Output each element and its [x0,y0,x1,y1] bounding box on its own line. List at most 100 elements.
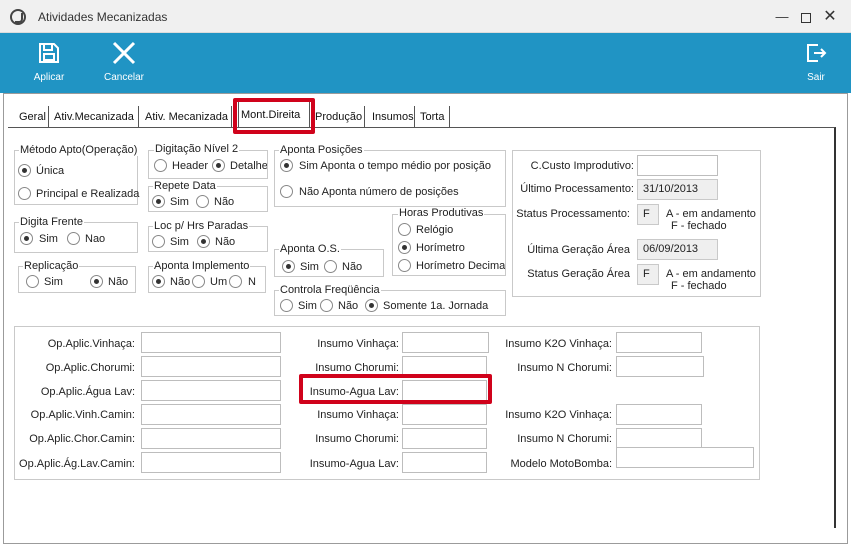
loc-hrs-paradas-title: Loc p/ Hrs Paradas [153,220,250,232]
loc-hrs-sim-radio[interactable] [152,235,165,248]
apply-label: Aplicar [33,72,65,83]
loc-hrs-nao-label: Não [215,236,236,248]
exit-label: Sair [807,72,825,83]
tab-ativ-mecanizada-1[interactable]: Ativ.Mecanizada [52,106,139,128]
insumo-k2o-vinhaca-input[interactable] [616,332,702,353]
maximize-icon[interactable] [795,6,817,28]
insumo-k2o-vinhaca-2-input[interactable] [616,404,702,425]
tab-insumos[interactable]: Insumos [370,106,415,128]
aponta-implemento-title: Aponta Implemento [153,260,251,272]
apply-button[interactable]: Aplicar [26,33,72,93]
status-panel: C.Custo Improdutivo: Último Processament… [512,150,761,297]
insumo-agua-lav-2-input[interactable] [402,452,487,473]
modelo-motobomba-label: Modelo MotoBomba: [510,458,613,470]
horas-relogio-radio[interactable] [398,223,411,236]
insumo-n-chorumi-label: Insumo N Chorumi: [517,362,612,374]
title-bar: Atividades Mecanizadas — ✕ [0,0,851,33]
app-logo-icon [10,9,26,25]
ult-processamento-label: Último Processamento: [520,183,634,195]
replicacao-nao-radio[interactable] [90,275,103,288]
minimize-icon[interactable]: — [771,6,793,28]
op-aplic-agua-lav-input[interactable] [141,380,281,401]
op-aplic-vinh-camin-label: Op.Aplic.Vinh.Camin: [30,409,135,421]
aponta-posicoes-group: Aponta Posições Sim Aponta o tempo médio… [274,144,506,207]
op-aplic-ag-lav-camin-input[interactable] [141,452,281,473]
aponta-pos-nao-label: Não Aponta número de posições [299,186,459,198]
aponta-os-nao-label: Não [342,261,363,273]
insumo-chorumi-2-input[interactable] [402,428,487,449]
aponta-impl-n-radio[interactable] [229,275,242,288]
horas-horimetro-decimal-label: Horímetro Decimal [416,260,506,272]
aponta-os-sim-label: Sim [300,261,319,273]
replicacao-sim-radio[interactable] [26,275,39,288]
status-geracao-area-label: Status Geração Área [527,268,630,280]
tab-producao[interactable]: Produção [313,106,365,128]
tab-torta[interactable]: Torta [418,106,450,128]
ccusto-input[interactable] [637,155,718,176]
loc-hrs-nao-radio[interactable] [197,235,210,248]
insumo-vinhaca-2-input[interactable] [402,404,487,425]
metodo-unica-radio[interactable] [18,164,31,177]
op-aplic-vinh-camin-input[interactable] [141,404,281,425]
insumo-agua-lav-2-label: Insumo-Agua Lav: [309,458,399,470]
aponta-os-nao-radio[interactable] [324,260,337,273]
window-title: Atividades Mecanizadas [38,10,168,24]
save-icon [39,43,59,63]
horas-horimetro-radio[interactable] [398,241,411,254]
aponta-impl-nao-radio[interactable] [152,275,165,288]
digita-frente-group: Digita Frente Sim Nao [14,216,138,253]
ccusto-label: C.Custo Improdutivo: [530,160,634,172]
aponta-pos-sim-radio[interactable] [280,159,293,172]
highlight-insumo-agua-lav [299,374,492,404]
digitacao-detalhe-radio[interactable] [212,159,225,172]
status-proc-legend-f: F - fechado [671,220,727,232]
digita-frente-sim-radio[interactable] [20,232,33,245]
repete-sim-radio[interactable] [152,195,165,208]
status-processamento-label: Status Processamento: [516,208,630,220]
digitacao-header-radio[interactable] [154,159,167,172]
insumo-n-chorumi-2-input[interactable] [616,428,702,449]
replicacao-title: Replicação [23,260,80,272]
insumo-vinhaca-2-label: Insumo Vinhaça: [317,409,399,421]
aponta-posicoes-title: Aponta Posições [279,144,364,156]
modelo-motobomba-input[interactable] [616,447,754,468]
controla-freq-nao-label: Não [338,300,359,312]
repete-sim-label: Sim [170,196,189,208]
controla-freq-sim-radio[interactable] [280,299,293,312]
op-aplic-chor-camin-input[interactable] [141,428,281,449]
insumo-n-chorumi-input[interactable] [616,356,704,377]
digitacao-header-label: Header [172,160,209,172]
digita-frente-nao-radio[interactable] [67,232,80,245]
insumo-vinhaca-input[interactable] [402,332,489,353]
exit-button[interactable]: Sair [801,33,831,93]
controla-freq-nao-radio[interactable] [320,299,333,312]
aponta-impl-um-radio[interactable] [192,275,205,288]
digitacao-detalhe-label: Detalhe [230,160,268,172]
aponta-pos-sim-label: Sim Aponta o tempo médio por posição [299,160,492,172]
aponta-pos-nao-radio[interactable] [280,185,293,198]
aponta-os-sim-radio[interactable] [282,260,295,273]
toolbar: Aplicar Cancelar Sair [0,33,851,93]
horas-horimetro-decimal-radio[interactable] [398,259,411,272]
exit-icon [807,44,827,62]
insumo-k2o-vinhaca-label: Insumo K2O Vinhaça: [505,338,612,350]
aponta-impl-nao-label: Não [170,276,191,288]
ult-processamento-value: 31/10/2013 [637,179,718,200]
controla-frequencia-group: Controla Freqüência Sim Não Somente 1a. … [274,284,506,316]
repete-nao-radio[interactable] [196,195,209,208]
ult-geracao-area-value: 06/09/2013 [637,239,718,260]
op-aplic-ag-lav-camin-label: Op.Aplic.Ág.Lav.Camin: [19,458,135,470]
aponta-implemento-group: Aponta Implemento Não Um N [148,260,266,293]
close-icon[interactable]: ✕ [819,6,841,28]
op-aplic-chorumi-input[interactable] [141,356,281,377]
tab-ativ-mecanizada-2[interactable]: Ativ. Mecanizada [143,106,232,128]
aponta-impl-um-label: Um [210,276,228,288]
digita-frente-title: Digita Frente [19,216,84,228]
metodo-principal-radio[interactable] [18,187,31,200]
metodo-apto-title: Método Apto(Operação) [19,144,139,156]
op-aplic-vinhaca-input[interactable] [141,332,281,353]
cancel-button[interactable]: Cancelar [100,33,148,93]
controla-freq-somente-radio[interactable] [365,299,378,312]
aponta-impl-n-label: N [248,276,256,288]
tab-geral[interactable]: Geral [17,106,49,128]
